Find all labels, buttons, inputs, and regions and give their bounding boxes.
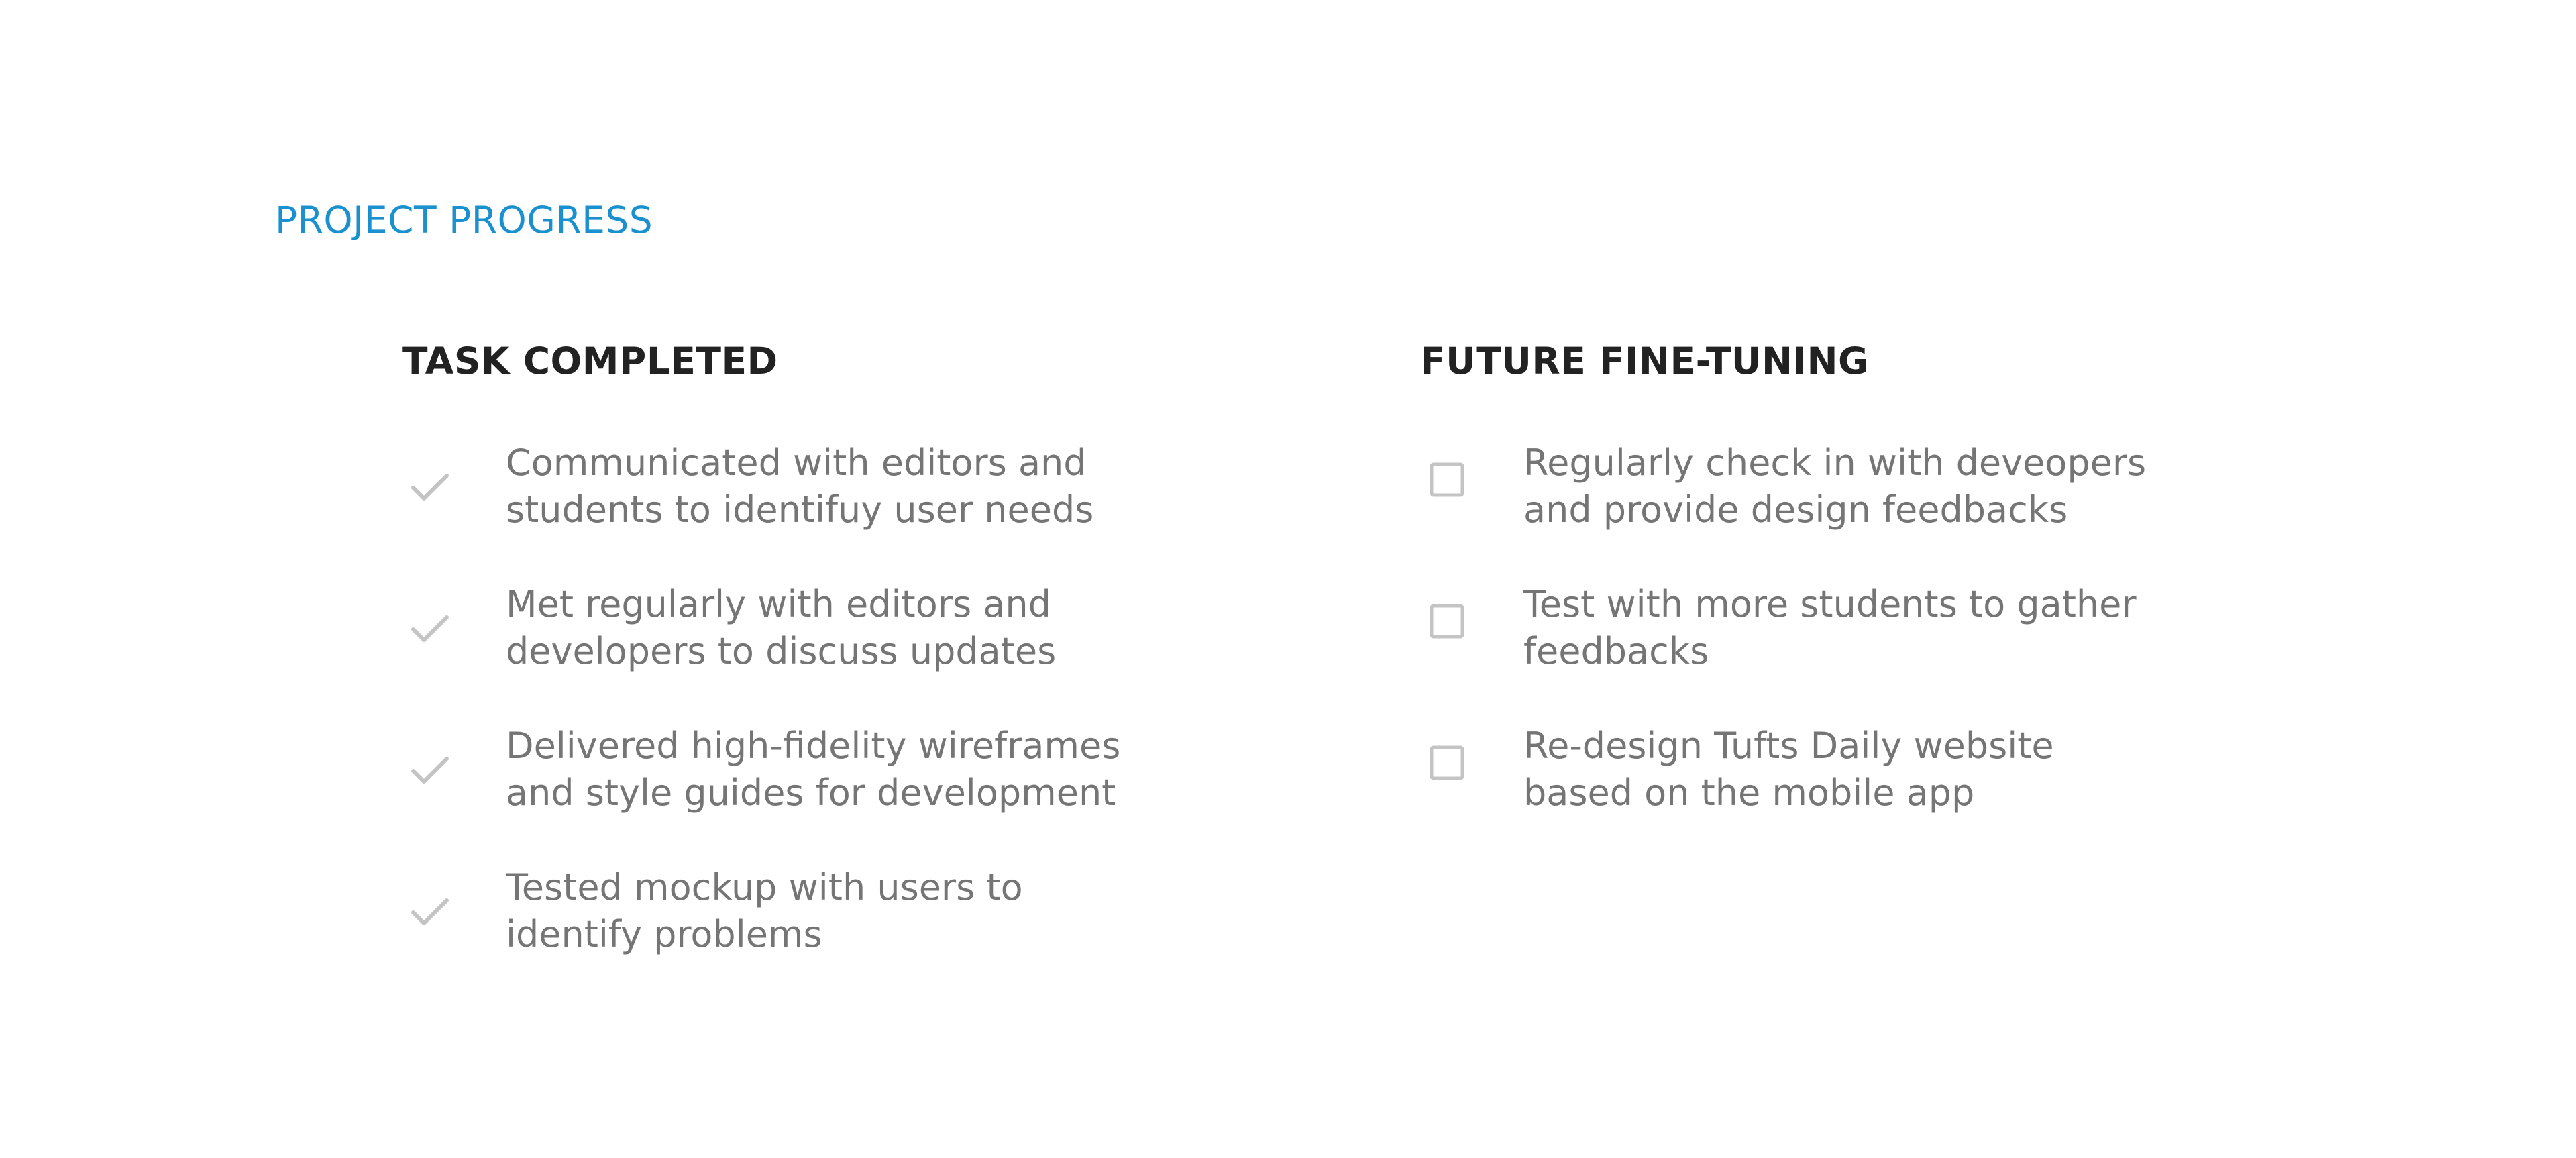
completed-task-line: Communicated with editors and bbox=[506, 441, 1087, 484]
completed-task-line: Tested mockup with users to bbox=[506, 866, 1023, 908]
completed-task-line: Delivered high-fidelity wireframes bbox=[506, 725, 1121, 767]
future-task-line: and provide design feedbacks bbox=[1523, 488, 2068, 531]
completed-task-item: Tested mockup with users to identify pro… bbox=[402, 864, 1208, 1006]
tasks-completed-heading: TASK COMPLETED bbox=[402, 339, 778, 382]
completed-task-item: Met regularly with editors and developer… bbox=[402, 581, 1208, 723]
future-task-line: Test with more students to gather bbox=[1523, 583, 2137, 625]
future-task-item: Regularly check in with deveopers and pr… bbox=[1420, 439, 2225, 581]
completed-task-text: Communicated with editors and students t… bbox=[506, 439, 1093, 533]
completed-task-item: Delivered high-fidelity wireframes and s… bbox=[402, 723, 1208, 864]
future-task-text: Test with more students to gather feedba… bbox=[1523, 581, 2137, 675]
future-task-line: feedbacks bbox=[1523, 630, 1709, 672]
completed-task-list: Communicated with editors and students t… bbox=[402, 439, 1208, 1006]
section-title: PROJECT PROGRESS bbox=[275, 199, 653, 242]
future-task-text: Re-design Tufts Daily website based on t… bbox=[1523, 723, 2054, 817]
future-task-text: Regularly check in with deveopers and pr… bbox=[1523, 439, 2146, 533]
completed-task-line: and style guides for development bbox=[506, 772, 1116, 814]
future-task-line: based on the mobile app bbox=[1523, 772, 1975, 814]
future-task-list: Regularly check in with deveopers and pr… bbox=[1420, 439, 2225, 864]
completed-task-line: developers to discuss updates bbox=[506, 630, 1057, 672]
completed-task-line: Met regularly with editors and bbox=[506, 583, 1051, 625]
completed-task-line: identify problems bbox=[506, 913, 822, 955]
completed-task-line: students to identifuy user needs bbox=[506, 488, 1094, 531]
completed-task-text: Met regularly with editors and developer… bbox=[506, 581, 1056, 675]
future-fine-tuning-heading: FUTURE FINE-TUNING bbox=[1420, 339, 1869, 382]
future-task-item: Test with more students to gather feedba… bbox=[1420, 581, 2225, 723]
completed-task-item: Communicated with editors and students t… bbox=[402, 439, 1208, 581]
future-fine-tuning-column: FUTURE FINE-TUNING Regularly check in wi… bbox=[1420, 337, 2292, 814]
future-task-line: Regularly check in with deveopers bbox=[1523, 441, 2147, 484]
future-task-item: Re-design Tufts Daily website based on t… bbox=[1420, 723, 2225, 864]
tasks-completed-column: TASK COMPLETED Communicated with editors… bbox=[402, 337, 1221, 955]
completed-task-text: Tested mockup with users to identify pro… bbox=[506, 864, 1023, 958]
completed-task-text: Delivered high-fidelity wireframes and s… bbox=[506, 723, 1120, 817]
future-task-line: Re-design Tufts Daily website bbox=[1523, 725, 2054, 767]
